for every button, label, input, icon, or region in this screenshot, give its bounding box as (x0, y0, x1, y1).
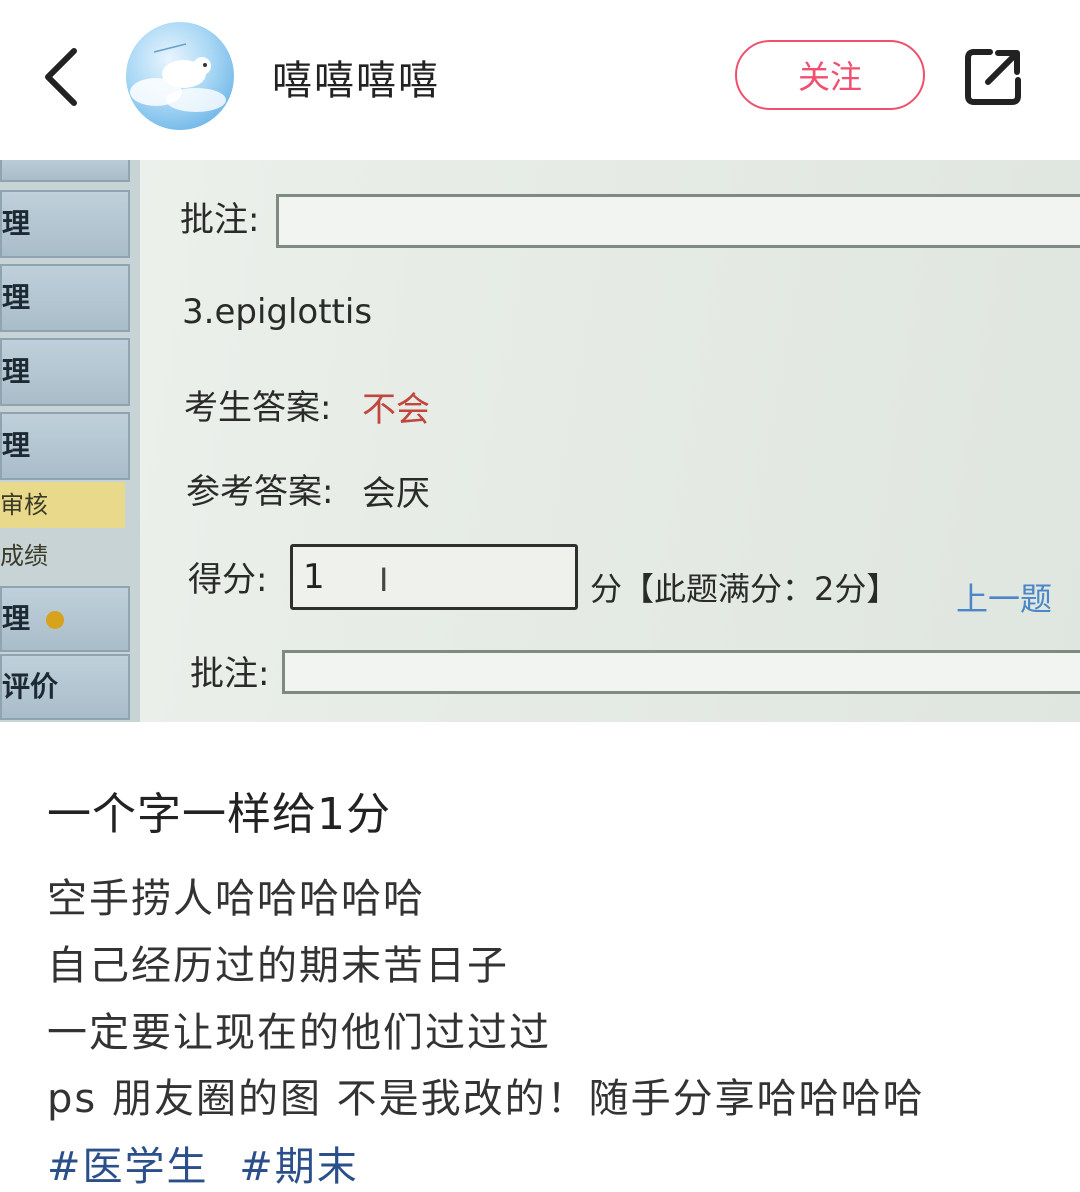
sidebar-item: 理 (0, 190, 130, 258)
sidebar-subitem: 成绩 (0, 542, 48, 570)
post-body-line: 一定要让现在的他们过过过 (47, 1010, 551, 1056)
annotation-input (276, 194, 1080, 248)
top-bar: 嘻嘻嘻嘻 关注 (0, 0, 1080, 160)
score-input: 1 I (290, 544, 578, 610)
prev-question-link: 上一题 (956, 580, 1053, 618)
back-arrow-icon[interactable] (40, 45, 84, 109)
annotation-label: 批注: (190, 654, 270, 694)
sidebar-item: 理 (0, 338, 130, 406)
warning-icon (45, 611, 64, 629)
post-body-line: ps 朋友圈的图 不是我改的！随手分享哈哈哈哈 (47, 1076, 925, 1122)
score-suffix: 分【此题满分：2分】 (590, 570, 899, 608)
sidebar-item (0, 160, 130, 182)
post-body-line: 自己经历过的期末苦日子 (47, 943, 509, 989)
question-text: 3.epiglottis (182, 292, 373, 332)
student-answer-label: 考生答案: (184, 388, 332, 428)
annotation-label: 批注: (180, 200, 260, 240)
score-label: 得分: (188, 560, 268, 600)
grading-panel: 批注: 3.epiglottis 考生答案: 不会 参考答案: 会厌 得分: 1… (150, 160, 1080, 722)
annotation-input (282, 650, 1080, 694)
student-answer: 不会 (362, 390, 430, 430)
post-photo[interactable]: 理 理 理 理 审核 成绩 理 评价 批注: 3.epiglottis 考生答案… (0, 160, 1080, 722)
sidebar-item: 理 (0, 264, 130, 332)
sidebar-item: 评价 (0, 654, 130, 720)
post-title: 一个字一样给1分 (47, 789, 391, 840)
tag-link[interactable]: #期末 (239, 1144, 359, 1190)
username[interactable]: 嘻嘻嘻嘻 (272, 48, 440, 106)
photo-sidebar: 理 理 理 理 审核 成绩 理 评价 (0, 160, 140, 722)
sidebar-item: 理 (0, 586, 130, 652)
tag-list: #医学生 #期末 (47, 1134, 375, 1192)
tag-link[interactable]: #医学生 (47, 1144, 209, 1190)
sidebar-item-label: 理 (2, 602, 31, 635)
reference-answer: 会厌 (362, 474, 430, 514)
sidebar-subitem: 审核 (0, 482, 125, 528)
avatar-image (130, 43, 226, 112)
follow-button[interactable]: 关注 (735, 40, 925, 110)
text-cursor-icon: I (379, 561, 389, 599)
post-body-line: 空手捞人哈哈哈哈哈 (47, 876, 425, 922)
avatar[interactable] (126, 22, 234, 130)
reference-answer-label: 参考答案: (186, 472, 334, 512)
sidebar-item: 理 (0, 412, 130, 480)
score-value: 1 (303, 557, 325, 597)
share-icon[interactable] (962, 46, 1024, 108)
